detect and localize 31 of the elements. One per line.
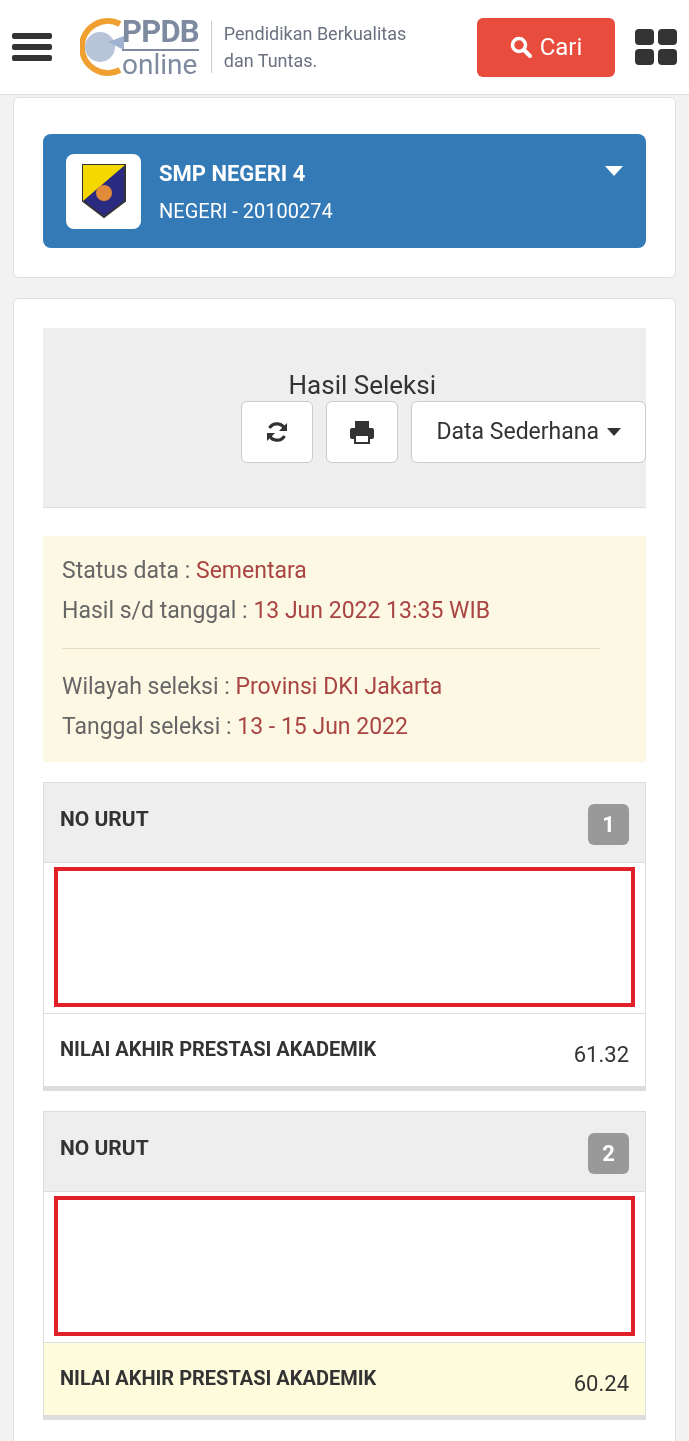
- field-label: NILAI AKHIR PRESTASI AKADEMIK: [60, 1036, 377, 1063]
- caret-icon: [605, 166, 623, 176]
- view-dropdown[interactable]: Data Sederhana: [411, 401, 646, 463]
- info-line: Status data : Sementara: [62, 557, 307, 584]
- school-name: SMP NEGERI 4: [159, 159, 307, 188]
- score-value: 60.24: [573, 1370, 629, 1398]
- search-icon: [509, 36, 532, 58]
- info-line: Tanggal seleksi : 13 - 15 Jun 2022: [62, 713, 408, 740]
- caret-icon: [607, 428, 621, 436]
- school-subtitle: NEGERI - 20100274: [159, 197, 333, 225]
- search-button[interactable]: Cari: [477, 17, 615, 77]
- score-value: 61.32: [573, 1041, 629, 1069]
- printer-icon: [349, 420, 376, 444]
- info-line: Hasil s/d tanggal : 13 Jun 2022 13:35 WIB: [62, 597, 491, 624]
- tagline: Pendidikan Berkualitas dan Tuntas.: [223, 22, 408, 73]
- info-line: Wilayah seleksi : Provinsi DKI Jakarta: [62, 673, 443, 700]
- field-label: NO URUT: [60, 806, 149, 833]
- refresh-button[interactable]: [241, 401, 314, 463]
- apps-icon[interactable]: [635, 29, 677, 65]
- logo-text: PPDB: [122, 15, 199, 47]
- field-label: NO URUT: [60, 1135, 149, 1162]
- number-badge: 1: [588, 804, 629, 845]
- menu-icon[interactable]: [12, 31, 52, 63]
- print-button[interactable]: [326, 401, 399, 463]
- school-selector[interactable]: SMP NEGERI 4 NEGERI - 20100274: [43, 134, 646, 248]
- school-emblem-icon: [80, 163, 127, 219]
- section-title: Hasil Seleksi: [288, 369, 436, 402]
- refresh-icon: [265, 420, 290, 444]
- logo-text: online: [122, 48, 199, 79]
- number-badge: 2: [588, 1133, 629, 1174]
- field-label: NILAI AKHIR PRESTASI AKADEMIK: [60, 1365, 377, 1392]
